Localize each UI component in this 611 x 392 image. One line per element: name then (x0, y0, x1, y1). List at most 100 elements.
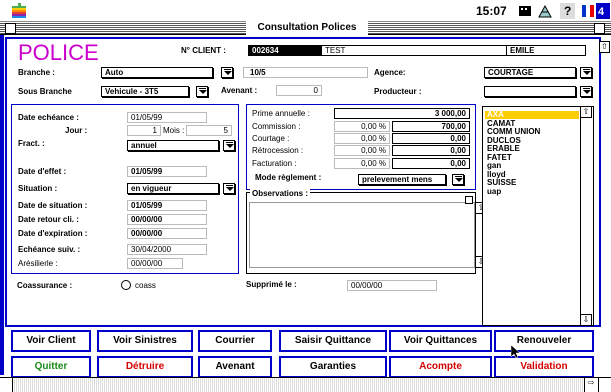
validation-button[interactable]: Validation (494, 356, 594, 378)
voir-sinistres-button[interactable]: Voir Sinistres (97, 330, 193, 352)
company-list[interactable]: AXA CAMAT COMM UNION DUCLOS ERABLE FATET gan ll… (482, 106, 594, 326)
company-list-item[interactable]: AXA (485, 111, 579, 119)
date-retour-field[interactable]: 00/00/00 (127, 214, 207, 225)
scroll-up-arrow-icon[interactable]: ⇧ (599, 41, 610, 53)
company-list-scroll-down-icon[interactable]: ⇩ (580, 314, 592, 326)
date-echeance-field[interactable]: 01/05/99 (127, 112, 207, 123)
client-firstname-field[interactable]: EMILE (506, 45, 586, 56)
detruire-button[interactable]: Détruire (97, 356, 193, 378)
branche-select[interactable]: Auto (101, 67, 213, 78)
facturation-pct-field[interactable]: 0,00 % (334, 158, 390, 169)
company-list-item[interactable]: COMM UNION (487, 128, 540, 136)
sous-branche-select[interactable]: Vehicule - 3T5 (101, 86, 189, 97)
producteur-dropdown-icon[interactable] (580, 86, 592, 97)
language-flag-icon[interactable] (582, 5, 594, 17)
window-horizontal-scrollbar[interactable]: ⇨ (0, 377, 611, 392)
situation-dropdown-icon[interactable] (223, 183, 235, 194)
menu-bar: 15:07 ? 4 (0, 0, 611, 22)
keyboard-icon[interactable] (518, 4, 532, 18)
avenant-field[interactable]: 0 (276, 85, 322, 96)
renouveler-button[interactable]: Renouveler (494, 330, 594, 352)
apple-menu-icon[interactable] (12, 3, 26, 18)
date-retour-label: Date retour cli. : (18, 215, 79, 224)
scroll-left-icon[interactable] (0, 378, 13, 392)
client-number-field[interactable]: 002634 (248, 45, 322, 56)
date-expiration-label: Date d'expiration : (18, 229, 88, 238)
date-situation-label: Date de situation : (18, 201, 88, 210)
coass-radio[interactable] (121, 280, 131, 290)
close-box-icon[interactable] (5, 23, 16, 34)
garanties-button[interactable]: Garanties (279, 356, 387, 378)
commission-pct-field[interactable]: 0,00 % (334, 121, 390, 132)
client-number-label: N° CLIENT : (181, 46, 226, 55)
echeance-suiv-field[interactable]: 30/04/2000 (127, 244, 207, 255)
company-list-item[interactable]: ERABLE (487, 145, 520, 153)
voir-quittances-button[interactable]: Voir Quittances (389, 330, 492, 352)
courtage-value-field[interactable]: 0,00 (392, 133, 470, 144)
n-field[interactable]: 10/5 (243, 67, 368, 78)
company-list-item[interactable]: uap (487, 187, 501, 196)
prime-annuelle-field[interactable]: 3 000,00 (334, 108, 470, 119)
aresilierle-field[interactable]: 00/00/00 (127, 258, 183, 269)
jour-field[interactable]: 1 (127, 125, 161, 136)
coassurance-label: Coassurance : (17, 281, 73, 290)
coass-label: coass (135, 281, 156, 290)
date-echeance-label: Date echéance : (18, 113, 79, 122)
acompte-button[interactable]: Acompte (389, 356, 492, 378)
producteur-select[interactable] (484, 86, 576, 97)
scroll-right-icon[interactable]: ⇨ (584, 378, 597, 392)
courrier-button[interactable]: Courrier (198, 330, 272, 352)
appearance-icon[interactable] (537, 3, 553, 19)
supprime-label: Supprimé le : (246, 280, 297, 289)
company-list-item[interactable]: SUISSE (487, 179, 516, 187)
mode-reglement-select[interactable]: prelevement mens (358, 174, 446, 185)
svg-text:?: ? (564, 4, 571, 18)
commission-value-field[interactable]: 700,00 (392, 121, 470, 132)
mouse-pointer-icon (511, 345, 521, 359)
supprime-field[interactable]: 00/00/00 (347, 280, 437, 291)
grow-box-icon[interactable] (598, 378, 611, 392)
retrocession-label: Rétrocession : (252, 146, 304, 155)
jour-label: Jour : (65, 126, 88, 135)
sous-branche-dropdown-icon[interactable] (196, 86, 208, 97)
client-name-field[interactable]: TEST (321, 45, 508, 56)
date-effet-label: Date d'effet : (18, 167, 67, 176)
mode-reglement-label: Mode règlement : (255, 173, 322, 182)
voir-client-button[interactable]: Voir Client (11, 330, 91, 352)
retrocession-pct-field[interactable]: 0,00 % (334, 145, 390, 156)
agence-dropdown-icon[interactable] (580, 67, 592, 78)
zoom-box-icon[interactable] (594, 23, 605, 34)
date-situation-field[interactable]: 01/05/99 (127, 200, 207, 211)
branche-label: Branche : (18, 68, 55, 77)
company-list-scroll-up-icon[interactable]: ⇧ (580, 106, 592, 118)
retrocession-value-field[interactable]: 0,00 (392, 145, 470, 156)
window-title-bar[interactable]: Consultation Polices (0, 21, 611, 35)
agence-label: Agence: (374, 68, 406, 77)
mois-field[interactable]: 5 (186, 125, 232, 136)
avenant-button[interactable]: Avenant (198, 356, 272, 378)
courtage-label: Courtage : (252, 134, 290, 143)
company-list-scrollbar[interactable]: ⇧ ⇩ (580, 106, 593, 326)
date-effet-field[interactable]: 01/05/99 (127, 166, 207, 177)
fract-select[interactable]: annuel (127, 140, 219, 151)
facturation-value-field[interactable]: 0,00 (392, 158, 470, 169)
observations-grow-icon[interactable] (465, 196, 473, 204)
window-left-edge (0, 35, 4, 375)
fract-dropdown-icon[interactable] (223, 140, 235, 151)
facturation-label: Facturation : (252, 159, 297, 168)
situation-select[interactable]: en vigueur (127, 183, 219, 194)
prime-annuelle-label: Prime annuelle : (252, 109, 310, 118)
mode-reglement-dropdown-icon[interactable] (452, 174, 464, 185)
company-list-item[interactable]: gan (487, 162, 501, 170)
situation-label: Situation : (18, 184, 58, 193)
quitter-button[interactable]: Quitter (11, 356, 91, 378)
avenant-label: Avenant : (221, 86, 258, 95)
saisir-quittance-button[interactable]: Saisir Quittance (279, 330, 387, 352)
branche-dropdown-icon[interactable] (221, 67, 233, 78)
app-menu-icon[interactable]: 4 (596, 3, 610, 19)
date-expiration-field[interactable]: 00/00/00 (127, 228, 207, 239)
observations-textarea[interactable] (249, 202, 475, 268)
courtage-pct-field[interactable]: 0,00 % (334, 133, 390, 144)
help-icon[interactable]: ? (560, 3, 575, 19)
agence-select[interactable]: COURTAGE (484, 67, 576, 78)
